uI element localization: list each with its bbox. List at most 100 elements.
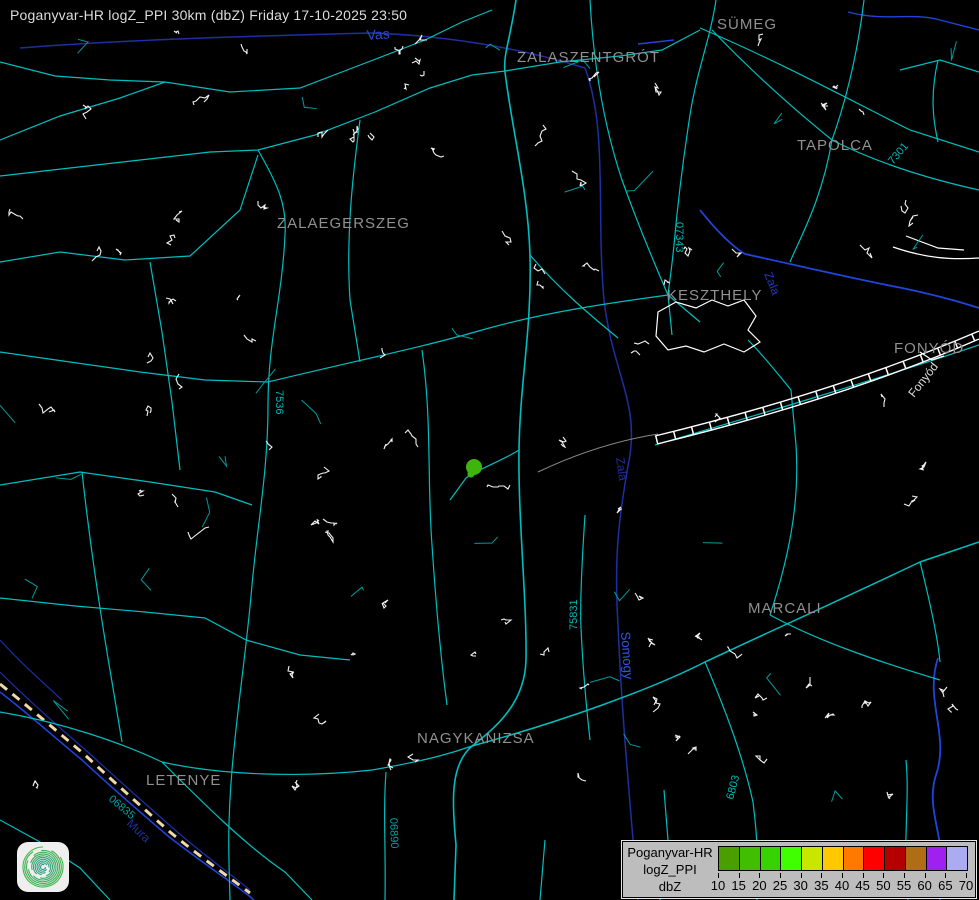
map-geometry <box>450 450 519 500</box>
map-geometry <box>408 754 418 762</box>
city-label: KESZTHELY <box>667 287 762 304</box>
map-geometry <box>909 215 918 226</box>
map-geometry <box>887 792 893 799</box>
map-geometry <box>350 129 354 142</box>
map-geometry <box>538 434 658 472</box>
map-geometry <box>565 186 585 192</box>
map-geometry <box>405 430 418 447</box>
map-geometry <box>116 249 121 255</box>
map-geometry <box>412 58 420 64</box>
map-geometry <box>325 531 333 542</box>
map-geometry <box>859 109 864 115</box>
city-label: ZALAEGERSZEG <box>277 215 410 232</box>
road-number-label: 6803 <box>724 774 742 801</box>
map-geometry <box>653 697 660 712</box>
map-geometry <box>382 600 388 608</box>
map-geometry <box>590 677 620 683</box>
map-geometry <box>540 648 549 655</box>
spiral-cyclone-icon <box>21 845 65 889</box>
map-geometry <box>0 640 62 700</box>
legend-tick-value: 65 <box>938 878 952 893</box>
map-geometry <box>92 247 101 261</box>
map-geometry <box>292 780 299 790</box>
map-geometry <box>688 747 696 754</box>
road-number-label: 75831 <box>568 599 580 630</box>
map-geometry <box>848 12 979 30</box>
legend-tick-value: 10 <box>711 878 725 893</box>
map-geometry <box>246 640 350 660</box>
map-geometry <box>150 262 180 470</box>
map-geometry <box>311 519 319 525</box>
legend-tick-value: 55 <box>897 878 911 893</box>
map-geometry <box>559 437 566 447</box>
map-geometry <box>53 701 69 720</box>
radar-map: SÜMEGZALASZENTGRÓTTAPOLCAZALAEGERSZEGKES… <box>0 0 979 900</box>
legend-swatch <box>823 847 844 870</box>
legend-swatch <box>781 847 802 870</box>
map-geometry <box>0 598 246 640</box>
map-geometry <box>655 83 661 95</box>
map-geometry <box>625 171 652 191</box>
map-geometry <box>583 263 599 271</box>
map-geometry <box>474 537 497 543</box>
map-geometry <box>501 619 511 624</box>
map-geometry <box>502 231 511 245</box>
map-geometry <box>0 62 165 82</box>
map-geometry <box>83 105 91 119</box>
met-spiral-logo[interactable] <box>17 842 69 892</box>
map-geometry <box>0 71 505 176</box>
road-number-label: 07343 <box>673 222 685 253</box>
road-number-label: 06890 <box>387 818 400 849</box>
map-geometry <box>351 653 355 655</box>
map-geometry <box>167 235 175 245</box>
map-geometry <box>0 352 268 382</box>
legend-swatch <box>864 847 885 870</box>
city-label: ZALASZENTGRÓT <box>517 49 660 66</box>
map-geometry <box>202 498 209 527</box>
map-geometry <box>578 773 586 781</box>
map-geometry <box>700 28 979 152</box>
legend-caption: Poganyvar-HR logZ_PPI dbZ <box>623 842 717 897</box>
map-geometry <box>0 712 472 774</box>
map-geometry <box>138 490 144 496</box>
map-geometry <box>229 150 286 900</box>
map-geometry <box>422 350 447 705</box>
map-geometry <box>535 125 546 146</box>
map-geometry <box>904 496 917 506</box>
map-geometry <box>237 295 240 300</box>
map-geometry <box>948 704 958 712</box>
map-geometry <box>940 687 947 697</box>
legend-tick-value: 35 <box>814 878 828 893</box>
legend-swatch <box>927 847 948 870</box>
map-geometry <box>288 666 294 678</box>
map-geometry <box>862 701 871 708</box>
legend-unit: dbZ <box>623 878 717 895</box>
legend-swatch <box>719 847 740 870</box>
map-geometry <box>675 735 680 741</box>
map-geometry <box>825 713 834 718</box>
map-geometry <box>758 34 763 46</box>
road-number-label: 7536 <box>273 390 285 414</box>
map-geometry <box>431 148 444 157</box>
map-geometry <box>349 120 360 362</box>
spiral-arc <box>41 865 46 870</box>
radar-title: Poganyvar-HR logZ_PPI 30km (dbZ) Friday … <box>10 7 407 23</box>
map-geometry <box>385 772 386 900</box>
map-geometry <box>318 467 329 479</box>
map-geometry <box>806 677 812 688</box>
map-geometry <box>756 756 767 763</box>
railway-layer <box>538 434 658 472</box>
map-geometry <box>258 201 267 209</box>
map-geometry <box>648 638 655 647</box>
spiral-arc <box>23 847 63 887</box>
map-geometry <box>638 40 674 44</box>
map-geometry <box>821 103 828 110</box>
map-geometry <box>472 542 979 746</box>
map-geometry <box>368 133 374 140</box>
map-geometry <box>717 263 723 277</box>
legend-tick-value: 50 <box>876 878 890 893</box>
map-geometry <box>767 673 781 695</box>
city-label: LETENYE <box>146 772 221 789</box>
map-labels-layer: SÜMEGZALASZENTGRÓTTAPOLCAZALAEGERSZEGKES… <box>106 15 964 849</box>
map-geometry <box>380 348 385 358</box>
